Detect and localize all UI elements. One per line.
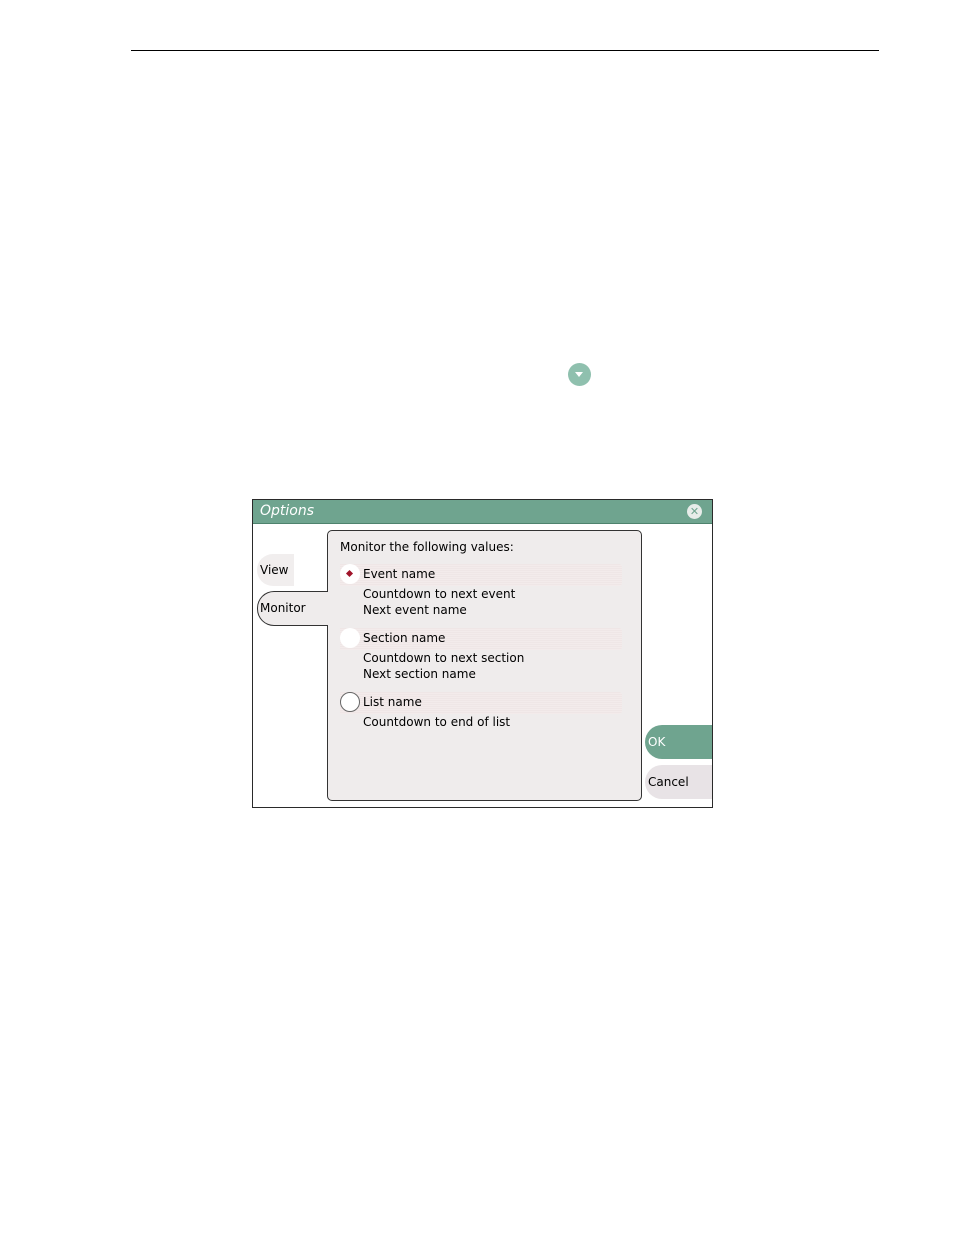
dialog-titlebar: Options ✕ — [253, 500, 712, 524]
dialog-title: Options — [260, 503, 315, 519]
option-detail: Next section name — [363, 667, 476, 681]
option-label: List name — [363, 695, 422, 709]
option-detail: Countdown to next section — [363, 651, 525, 665]
panel-heading: Monitor the following values: — [340, 540, 514, 554]
tab-monitor[interactable]: Monitor — [257, 591, 328, 626]
option-row: Section name — [340, 628, 622, 650]
ok-button[interactable]: OK — [645, 725, 712, 759]
option-detail: Countdown to next event — [363, 587, 516, 601]
event-name-radio[interactable] — [340, 564, 360, 584]
option-event[interactable]: Event name Countdown to next event Next … — [340, 564, 622, 618]
section-name-radio[interactable] — [340, 628, 360, 648]
option-row: List name — [340, 692, 622, 714]
cancel-button[interactable]: Cancel — [645, 765, 712, 799]
monitor-panel: Monitor the following values: Event name… — [327, 530, 642, 801]
chevron-down-icon[interactable] — [568, 363, 591, 386]
option-label: Section name — [363, 631, 446, 645]
close-icon[interactable]: ✕ — [687, 504, 702, 519]
option-label: Event name — [363, 567, 436, 581]
tab-view[interactable]: View — [257, 554, 294, 586]
list-name-radio[interactable] — [340, 692, 360, 712]
options-dialog: Options ✕ View Monitor Monitor the follo… — [252, 499, 713, 808]
header-rule — [131, 50, 879, 51]
option-row: Event name — [340, 564, 622, 586]
option-list[interactable]: List name Countdown to end of list — [340, 692, 622, 730]
option-detail: Next event name — [363, 603, 467, 617]
option-detail: Countdown to end of list — [363, 715, 511, 729]
radio-selected-dot — [345, 569, 354, 578]
option-section[interactable]: Section name Countdown to next section N… — [340, 628, 622, 682]
